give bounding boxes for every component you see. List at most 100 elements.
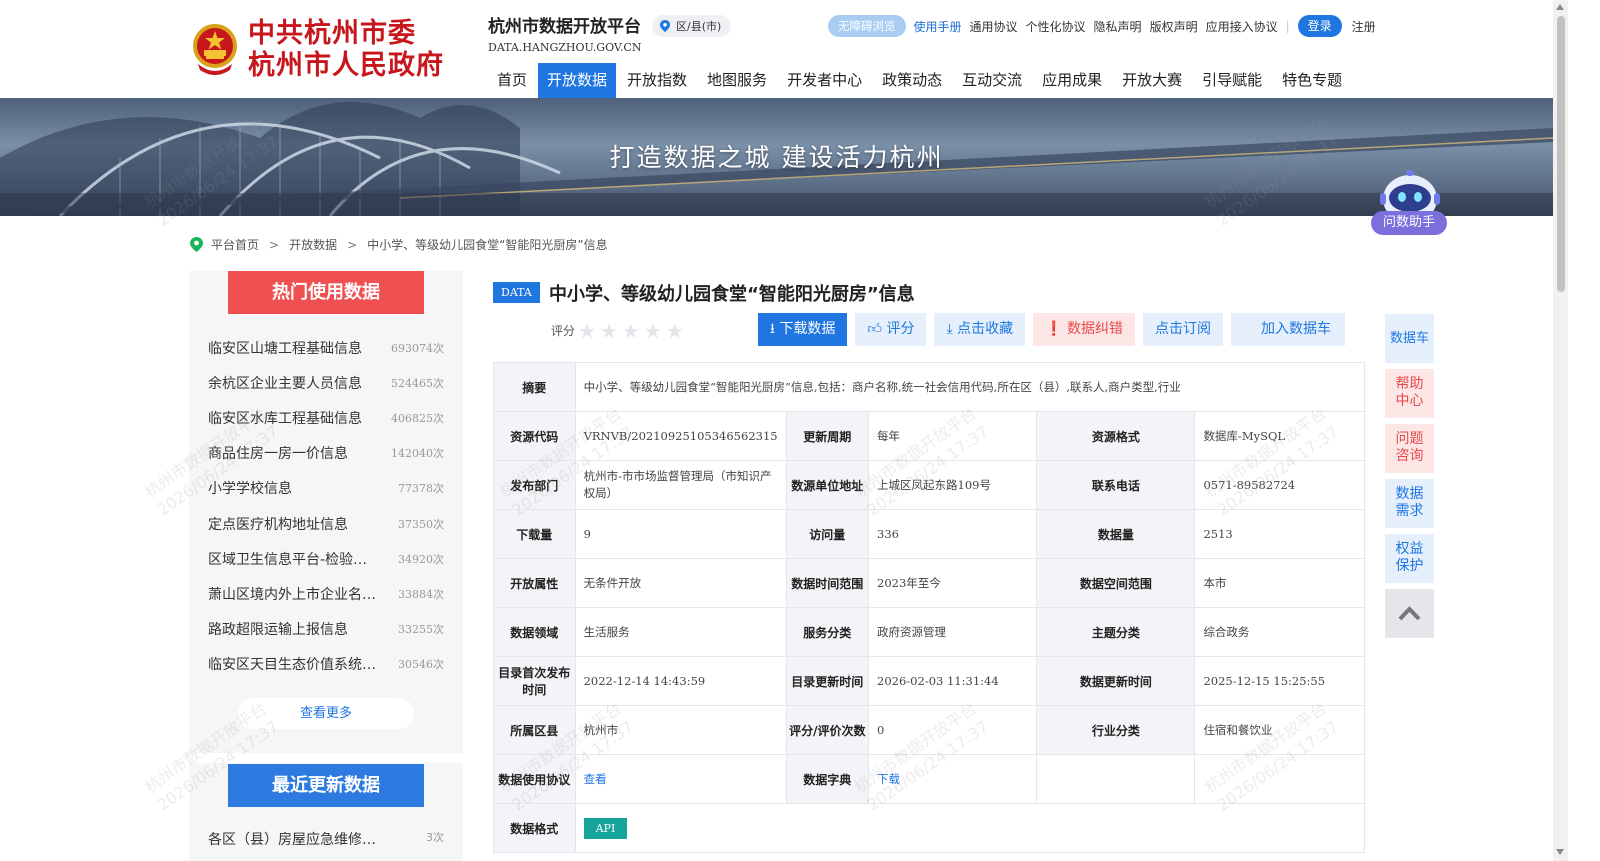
item-name[interactable]: 余杭区企业主要人员信息	[208, 373, 362, 393]
api-format-tag[interactable]: API	[583, 817, 628, 839]
rate-button[interactable]: 👍︎ 评分	[855, 313, 927, 346]
item-name[interactable]: 定点医疗机构地址信息	[208, 514, 348, 534]
field-key: 目录首次发布时间	[493, 656, 576, 706]
favorite-button[interactable]: ⤓ 点击收藏	[934, 313, 1026, 346]
link-copyright[interactable]: 版权声明	[1150, 18, 1198, 35]
link-personal-agreement[interactable]: 个性化协议	[1026, 18, 1086, 35]
star-icon[interactable]: ★	[666, 319, 684, 343]
field-key: 数据时间范围	[785, 558, 870, 608]
list-item[interactable]: 临安区山塘工程基础信息 693074次	[208, 330, 444, 365]
list-item[interactable]: 萧山区境内外上市企业名… 33884次	[208, 576, 444, 611]
data-cart-button[interactable]: 数据车	[1385, 314, 1434, 363]
nav-map-service[interactable]: 地图服务	[698, 63, 776, 98]
dictionary-download-link[interactable]: 下载	[877, 772, 900, 786]
view-more-button[interactable]: 查看更多	[238, 698, 414, 729]
add-to-cart-button[interactable]: 加入数据车	[1231, 313, 1345, 346]
field-value: 杭州市	[574, 705, 787, 755]
item-name[interactable]: 路政超限运输上报信息	[208, 619, 348, 639]
side-label-line: 需求	[1395, 503, 1424, 519]
nav-home[interactable]: 首页	[488, 63, 536, 98]
vertical-scrollbar[interactable]	[1553, 0, 1568, 861]
link-privacy[interactable]: 隐私声明	[1094, 18, 1142, 35]
side-label-line: 中心	[1395, 393, 1424, 409]
item-count: 37350次	[398, 517, 444, 531]
nav-empowerment[interactable]: 引导赋能	[1193, 63, 1271, 98]
star-icon[interactable]: ★	[600, 319, 618, 343]
nav-special-topics[interactable]: 特色专题	[1273, 63, 1351, 98]
scrollbar-thumb[interactable]	[1557, 16, 1565, 292]
nav-open-data[interactable]: 开放数据	[538, 63, 617, 98]
table-row: 目录首次发布时间 2022-12-14 14:43:59 目录更新时间 2026…	[493, 656, 1365, 706]
empty-cell	[1036, 754, 1196, 804]
scroll-up-arrow-icon[interactable]	[1556, 4, 1564, 10]
table-row: 发布部门 杭州市-市市场监督管理局（市知识产权局） 数源单位地址 上城区凤起东路…	[493, 460, 1365, 510]
subscribe-button[interactable]: 点击订阅	[1143, 313, 1223, 346]
field-value: 9	[574, 509, 787, 559]
agreement-view-link[interactable]: 查看	[584, 772, 607, 786]
nav-developer[interactable]: 开发者中心	[778, 63, 871, 98]
download-data-button[interactable]: ⭳ 下载数据	[758, 313, 848, 346]
nav-contest[interactable]: 开放大赛	[1113, 63, 1191, 98]
list-item[interactable]: 路政超限运输上报信息 33255次	[208, 612, 444, 647]
back-to-top-button[interactable]	[1385, 589, 1434, 638]
login-button[interactable]: 登录	[1297, 15, 1342, 37]
list-item[interactable]: 临安区天目生态价值系统… 30546次	[208, 647, 444, 682]
gov-logo[interactable]: 中共杭州市委 杭州市人民政府	[190, 18, 444, 82]
question-button[interactable]: 问题 咨询	[1385, 424, 1434, 473]
nav-open-index[interactable]: 开放指数	[618, 63, 696, 98]
list-item[interactable]: 定点医疗机构地址信息 37350次	[208, 506, 444, 541]
scroll-down-arrow-icon[interactable]	[1556, 849, 1564, 855]
site-title[interactable]: 杭州市数据开放平台	[488, 12, 641, 37]
nav-applications[interactable]: 应用成果	[1033, 63, 1111, 98]
list-item[interactable]: 余杭区企业主要人员信息 524465次	[208, 365, 444, 400]
accessibility-button[interactable]: 无障碍浏览	[828, 15, 906, 37]
item-count: 142040次	[391, 447, 444, 461]
star-icon[interactable]: ★	[622, 319, 640, 343]
field-value: 2026-02-03 11:31:44	[868, 656, 1038, 706]
empty-cell	[1194, 754, 1365, 804]
item-name[interactable]: 萧山区境内外上市企业名…	[208, 584, 376, 604]
list-item[interactable]: 临安区水库工程基础信息 406825次	[208, 400, 444, 435]
item-name[interactable]: 小学学校信息	[208, 478, 292, 498]
item-name[interactable]: 临安区山塘工程基础信息	[208, 338, 362, 358]
item-count: 693074次	[391, 341, 444, 355]
item-name[interactable]: 区域卫生信息平台-检验…	[208, 549, 367, 569]
item-count: 34920次	[398, 552, 444, 566]
list-item[interactable]: 小学学校信息 77378次	[208, 471, 444, 506]
field-value: 每年	[868, 411, 1038, 461]
rights-protection-button[interactable]: 权益 保护	[1385, 534, 1434, 583]
breadcrumb-home[interactable]: 平台首页	[211, 236, 259, 253]
error-report-label: 数据纠错	[1067, 321, 1123, 337]
item-name[interactable]: 临安区天目生态价值系统…	[208, 654, 376, 674]
nav-policy[interactable]: 政策动态	[873, 63, 951, 98]
star-icon[interactable]: ★	[578, 319, 596, 343]
item-name[interactable]: 各区（县）房屋应急维修…	[208, 829, 376, 849]
side-label-line: 咨询	[1395, 448, 1424, 464]
breadcrumb-open-data[interactable]: 开放数据	[289, 236, 337, 253]
link-manual[interactable]: 使用手册	[914, 18, 962, 35]
breadcrumb-separator: >	[347, 237, 358, 252]
list-item[interactable]: 各区（县）房屋应急维修… 3次	[208, 829, 444, 849]
list-item[interactable]: 商品住房一房一价信息 142040次	[208, 436, 444, 471]
assistant-label[interactable]: 问数助手	[1371, 211, 1447, 235]
item-count: 406825次	[391, 411, 444, 425]
link-app-agreement[interactable]: 应用接入协议	[1206, 18, 1278, 35]
table-row: 数据格式 API	[493, 803, 1366, 853]
nav-interaction[interactable]: 互动交流	[953, 63, 1031, 98]
page: 中共杭州市委 杭州市人民政府 杭州市数据开放平台 DATA.HANGZHOU.G…	[0, 0, 1600, 861]
region-selector[interactable]: 区/县(市)	[652, 15, 732, 37]
data-demand-button[interactable]: 数据 需求	[1385, 479, 1434, 528]
region-label: 区/县(市)	[676, 20, 722, 33]
list-item[interactable]: 区域卫生信息平台-检验… 34920次	[208, 541, 444, 576]
error-report-button[interactable]: ❗ 数据纠错	[1033, 313, 1135, 346]
register-link[interactable]: 注册	[1352, 18, 1376, 35]
item-count: 30546次	[398, 658, 444, 672]
link-general-agreement[interactable]: 通用协议	[970, 18, 1018, 35]
item-name[interactable]: 商品住房一房一价信息	[208, 443, 348, 463]
star-icon[interactable]: ★	[644, 319, 662, 343]
rating-stars[interactable]: ★ ★ ★ ★ ★	[578, 319, 684, 343]
field-value: 2022-12-14 14:43:59	[574, 656, 787, 706]
help-center-button[interactable]: 帮助 中心	[1385, 369, 1434, 418]
item-name[interactable]: 临安区水库工程基础信息	[208, 408, 362, 428]
thumbs-up-icon: 👍︎	[867, 321, 882, 337]
